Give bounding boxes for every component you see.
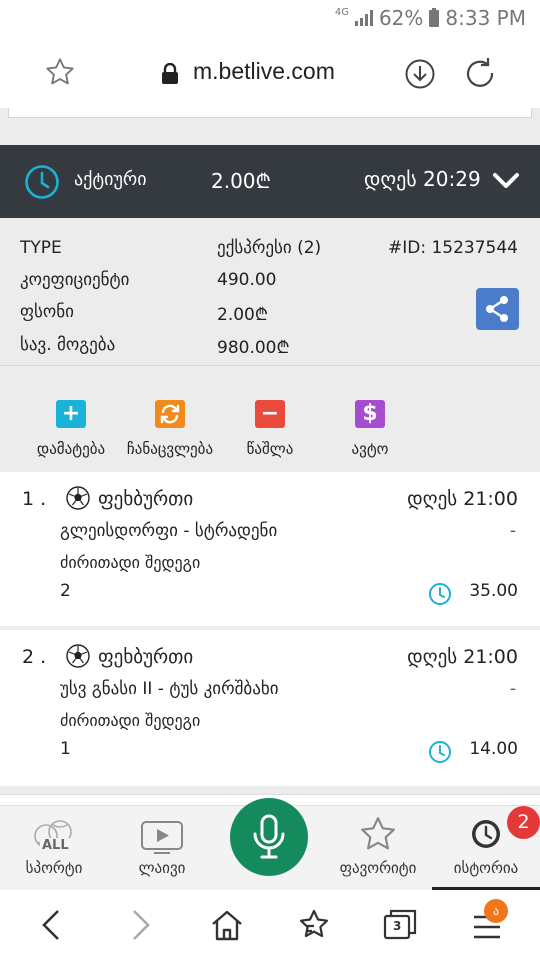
soccer-ball-icon bbox=[66, 486, 90, 510]
type-label: TYPE bbox=[20, 238, 62, 258]
battery-icon bbox=[429, 7, 440, 27]
bookmarks-star-icon[interactable] bbox=[296, 907, 332, 943]
swap-icon bbox=[155, 400, 185, 428]
share-icon bbox=[486, 296, 508, 322]
market-name: ძირითადი შედეგი bbox=[60, 711, 201, 730]
match-number: 1 . bbox=[22, 488, 47, 510]
match-score: - bbox=[509, 679, 516, 699]
bookmark-star-icon[interactable] bbox=[44, 56, 76, 92]
tabs-button[interactable]: 3 bbox=[382, 907, 418, 943]
bet-id: #ID: 15237544 bbox=[387, 238, 518, 258]
star-icon bbox=[361, 817, 395, 850]
selection: 1 bbox=[60, 739, 71, 759]
minus-icon: − bbox=[255, 400, 285, 428]
status-bar: 4G 62% 8:33 PM bbox=[0, 0, 540, 38]
match-time: დღეს 21:00 bbox=[407, 488, 518, 510]
browser-url-bar: m.betlive.com bbox=[0, 38, 540, 108]
soccer-ball-icon bbox=[66, 644, 90, 668]
download-icon[interactable] bbox=[404, 58, 436, 94]
network-type: 4G bbox=[334, 6, 349, 18]
dollar-icon: $ bbox=[355, 400, 385, 428]
type-value: ექსპრესი (2) bbox=[217, 238, 322, 258]
nav-live[interactable]: ლაივი bbox=[108, 806, 216, 891]
reload-icon[interactable] bbox=[464, 57, 496, 93]
nav-live-label: ლაივი bbox=[138, 859, 186, 877]
app-bottom-nav: ALL სპორტი ლაივი ფავორიტი ისტორია bbox=[0, 798, 540, 891]
match-odds: 14.00 bbox=[469, 739, 518, 759]
coefficient-value: 490.00 bbox=[217, 270, 277, 290]
sport-name: ფეხბურთი bbox=[98, 488, 194, 510]
back-arrow-icon[interactable] bbox=[38, 907, 68, 943]
sport-icon-text: ALL bbox=[40, 838, 71, 853]
bet-status: აქტიური bbox=[74, 169, 147, 190]
bet-actions: + დამატება ჩანაცვლება − წაშლა $ ავტო bbox=[0, 366, 540, 472]
stake-value: 2.00₾ bbox=[217, 305, 268, 325]
match-time: დღეს 21:00 bbox=[407, 646, 518, 668]
potential-win-label: სავ. მოგება bbox=[20, 335, 116, 355]
match-teams: გლეისდორფი - სტრადენი bbox=[60, 521, 278, 541]
nav-sport-label: სპორტი bbox=[25, 859, 83, 877]
page-content: აქტიური 2.00₾ დღეს 20:29 TYPE ექსპრესი (… bbox=[0, 108, 540, 805]
previous-card-edge bbox=[8, 108, 532, 118]
replace-label: ჩანაცვლება bbox=[126, 440, 214, 458]
signal-icon bbox=[354, 10, 373, 26]
nav-sport[interactable]: ALL სპორტი bbox=[0, 806, 108, 891]
bet-header-bar[interactable]: აქტიური 2.00₾ დღეს 20:29 bbox=[0, 145, 540, 218]
video-play-icon bbox=[141, 821, 183, 854]
menu-badge: ა bbox=[484, 899, 508, 923]
history-count-badge: 2 bbox=[507, 806, 540, 839]
potential-win-value: 980.00₾ bbox=[217, 338, 290, 358]
bet-details: TYPE ექსპრესი (2) #ID: 15237544 კოეფიციე… bbox=[0, 218, 540, 366]
match-score: - bbox=[509, 521, 516, 541]
battery-percent: 62% bbox=[378, 6, 424, 30]
forward-arrow-icon[interactable] bbox=[124, 907, 154, 943]
tab-count: 3 bbox=[393, 919, 402, 933]
nav-history-label: ისტორია bbox=[453, 859, 519, 877]
history-clock-icon bbox=[472, 820, 500, 848]
url-text[interactable]: m.betlive.com bbox=[193, 58, 335, 85]
nav-favorites-label: ფავორიტი bbox=[339, 859, 417, 877]
sport-name: ფეხბურთი bbox=[98, 646, 194, 668]
share-button[interactable] bbox=[476, 288, 519, 330]
list-item[interactable]: 2 . ფეხბურთი დღეს 21:00 უსვ გნასი II - ტ… bbox=[0, 630, 540, 786]
clock-time: 8:33 PM bbox=[445, 6, 526, 30]
clock-icon bbox=[428, 740, 452, 768]
clock-icon bbox=[24, 164, 60, 204]
stake-label: ფსონი bbox=[20, 302, 74, 322]
market-name: ძირითადი შედეგი bbox=[60, 553, 201, 572]
plus-icon: + bbox=[56, 400, 86, 428]
coefficient-label: კოეფიციენტი bbox=[20, 270, 130, 290]
chevron-down-icon[interactable] bbox=[492, 171, 520, 195]
match-teams: უსვ გნასი II - ტუს კირშბახი bbox=[60, 679, 279, 699]
match-number: 2 . bbox=[22, 646, 47, 668]
bet-time: დღეს 20:29 bbox=[364, 167, 481, 191]
microphone-icon bbox=[253, 814, 285, 859]
auto-label: ავტო bbox=[351, 440, 389, 458]
bet-amount: 2.00₾ bbox=[211, 169, 271, 193]
selection: 2 bbox=[60, 581, 71, 601]
lock-icon bbox=[160, 62, 180, 89]
list-item[interactable]: 1 . ფეხბურთი დღეს 21:00 გლეისდორფი - სტრ… bbox=[0, 472, 540, 626]
add-label: დამატება bbox=[36, 440, 106, 458]
voice-search-button[interactable] bbox=[230, 798, 308, 876]
home-icon[interactable] bbox=[209, 907, 245, 943]
delete-label: წაშლა bbox=[246, 440, 294, 458]
match-odds: 35.00 bbox=[469, 581, 518, 601]
browser-bottom-bar: 3 ა bbox=[0, 890, 540, 960]
clock-icon bbox=[428, 582, 452, 610]
nav-favorites[interactable]: ფავორიტი bbox=[324, 806, 432, 891]
